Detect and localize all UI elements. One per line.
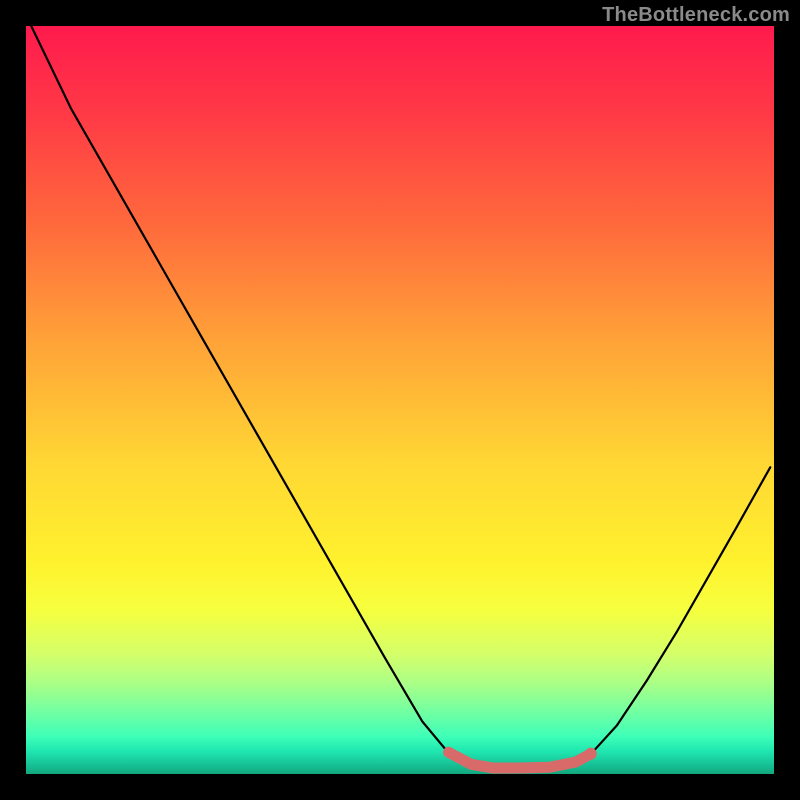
optimal-range-marker xyxy=(449,752,591,768)
watermark-text: TheBottleneck.com xyxy=(602,4,790,27)
optimal-end-dot xyxy=(585,748,597,760)
chart-svg xyxy=(26,26,774,774)
bottleneck-curve xyxy=(31,26,770,769)
plot-area xyxy=(26,26,774,774)
chart-frame: TheBottleneck.com xyxy=(0,0,800,800)
